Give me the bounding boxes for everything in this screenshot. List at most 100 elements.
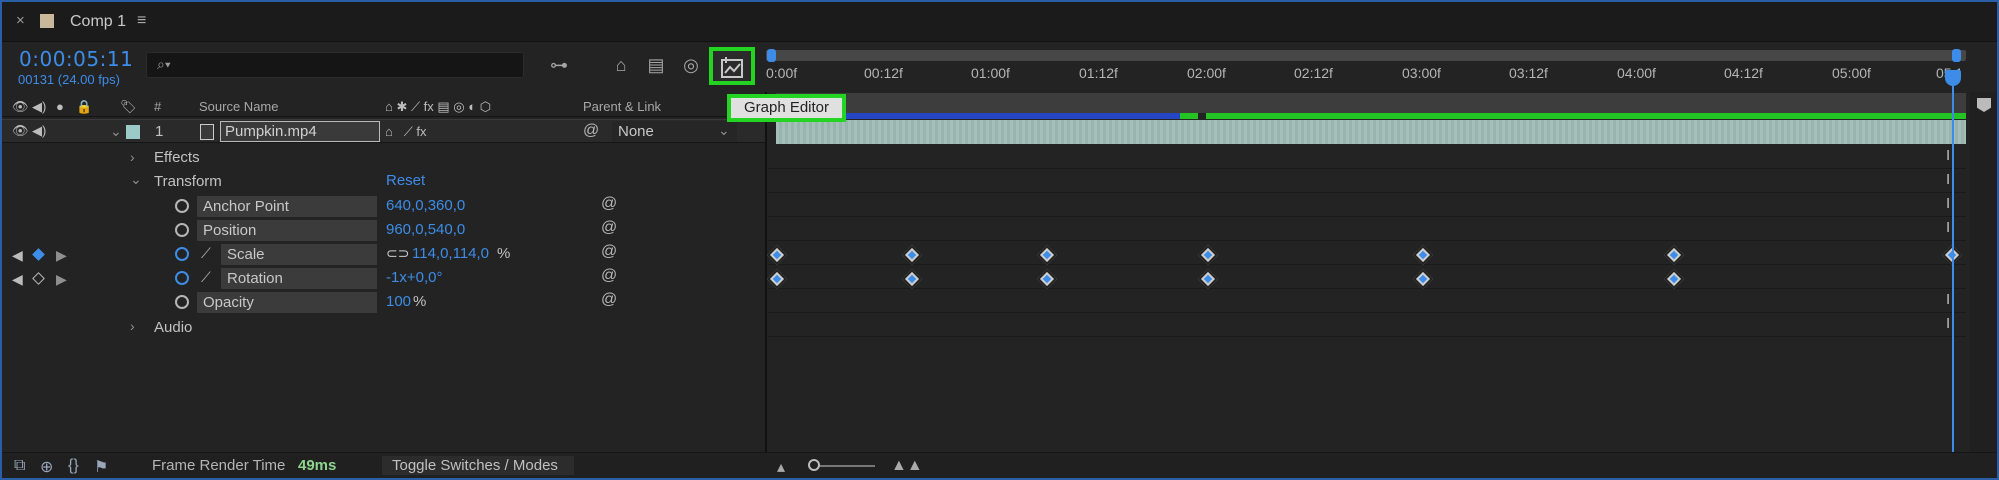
ruler-label: 03:00f [1402,65,1441,81]
rotation-prev-keyframe-icon[interactable]: ◀ [12,271,23,288]
row-separator [766,336,1966,337]
row-separator [766,288,1966,289]
position-stopwatch-icon[interactable] [175,223,189,237]
transform-reset-link[interactable]: Reset [386,172,425,189]
layer-visibility-icon[interactable]: 👁 [12,123,29,139]
rotation-pickwhip-icon[interactable]: @ [601,267,617,285]
opacity-stopwatch-icon[interactable] [175,295,189,309]
ruler-label: 04:00f [1617,65,1656,81]
scale-value[interactable]: 114,0,114,0 [412,245,489,262]
opacity-value[interactable]: 100 [386,293,411,310]
audio-expand-chevron[interactable]: › [130,318,135,334]
layer-label-color[interactable] [126,125,140,139]
comp-tab-title[interactable]: Comp 1 [70,13,126,31]
search-icon: ⌕▾ [157,56,171,72]
scale-label: Scale [221,244,377,265]
search-input[interactable]: ⌕▾ [146,52,524,78]
navigator-start-handle[interactable] [767,49,776,62]
rotation-label: Rotation [221,268,377,289]
ruler-label: 01:00f [971,65,1010,81]
comp-flowchart-icon[interactable]: ⊶ [546,52,572,78]
close-tab-icon[interactable]: × [16,12,25,29]
row-separator [766,192,1966,193]
ruler-label: 04:12f [1724,65,1763,81]
lock-icon[interactable]: 🔒 [76,99,92,115]
anchor-stopwatch-icon[interactable] [175,199,189,213]
layer-row[interactable]: 👁 ◀) ⌄ 1 Pumpkin.mp4 ⌂ ⟋ fx @ None ⌄ [2,119,765,143]
panel-divider[interactable] [765,92,767,452]
rotation-stopwatch-icon[interactable] [175,271,189,285]
work-area-bar[interactable] [776,93,1966,113]
ruler-label: 0:00f [766,65,798,81]
navigator-end-handle[interactable] [1952,49,1961,62]
audio-group[interactable]: Audio [154,319,192,336]
effects-ibeam-icon: I [1946,147,1951,164]
audio-icon[interactable]: ◀) [32,99,46,115]
frame-rate-info: 00131 (24.00 fps) [18,72,120,87]
zoom-in-icon[interactable]: ▲▲ [891,457,923,475]
layer-name-field[interactable]: Pumpkin.mp4 [220,121,380,142]
footage-icon [200,124,214,140]
timeline-footer: ⧉ ⊕ {} ⚑ Frame Render Time 49ms Toggle S… [2,452,1997,478]
effects-group[interactable]: Effects [154,149,200,166]
layer-switches[interactable]: ⌂ ⟋ fx [385,124,427,140]
zoom-out-icon[interactable]: ▴ [777,457,785,477]
ruler-label: 02:12f [1294,65,1333,81]
cti-head-icon[interactable] [1945,70,1961,86]
layer-switches-pane-icon[interactable]: ⧉ [14,457,25,475]
pickwhip-icon[interactable]: @ [583,122,599,140]
opacity-unit: % [413,293,427,310]
transform-group[interactable]: Transform [154,173,222,190]
frame-blending-icon[interactable]: ▤ [643,52,669,78]
effects-expand-chevron[interactable]: › [130,149,135,165]
frame-render-time-value: 49ms [298,457,337,474]
row-separator [766,240,1966,241]
position-pickwhip-icon[interactable]: @ [601,219,617,237]
motion-blur-icon[interactable]: ◎ [678,52,704,78]
label-icon[interactable]: 🏷 [120,99,137,115]
timeline-right-edge [1970,92,1997,452]
modes-pane-icon[interactable]: ⊕ [40,457,53,477]
parent-link-header: Parent & Link [583,99,662,114]
position-value[interactable]: 960,0,540,0 [386,221,465,238]
current-time-indicator[interactable] [1952,80,1954,452]
next-keyframe-icon[interactable]: ▶ [56,247,67,264]
prev-keyframe-icon[interactable]: ◀ [12,247,23,264]
shy-layers-icon[interactable]: ⌂ [608,52,634,78]
solo-icon[interactable]: ● [56,99,64,114]
scale-unit: % [497,245,511,262]
rotation-graph-icon[interactable]: ⟋ [201,269,211,286]
layer-expand-chevron[interactable]: ⌄ [110,123,122,140]
comp-tab-bar: × Comp 1 ≡ [2,2,1997,42]
graph-editor-tooltip: Graph Editor [727,94,846,122]
time-ruler[interactable]: 0:00f 00:12f 01:00f 01:12f 02:00f 02:12f… [766,65,1966,85]
ruler-label: 05:00f [1832,65,1871,81]
in-out-pane-icon[interactable]: {} [68,457,79,475]
switches-icons: ⌂ ✱ ⟋ fx ▤ ◎ ◐ ⬡ [385,99,492,114]
opacity-label: Opacity [197,292,377,313]
ruler-label: 00:12f [864,65,903,81]
cached-frames-green [1180,113,1198,119]
panel-menu-icon[interactable]: ≡ [137,12,146,30]
position-ibeam-icon: I [1946,219,1951,236]
zoom-slider-knob[interactable] [808,459,820,471]
rotation-next-keyframe-icon[interactable]: ▶ [56,271,67,288]
rotation-value[interactable]: -1x+0,0° [386,269,442,286]
scale-pickwhip-icon[interactable]: @ [601,243,617,261]
transform-expand-chevron[interactable]: ⌄ [130,171,142,188]
scale-stopwatch-icon[interactable] [175,247,189,261]
graph-editor-button[interactable] [709,47,755,85]
scale-graph-icon[interactable]: ⟋ [201,245,211,262]
opacity-pickwhip-icon[interactable]: @ [601,291,617,309]
source-name-header[interactable]: Source Name [199,99,278,114]
layer-audio-icon[interactable]: ◀) [32,123,46,139]
constrain-proportions-icon[interactable]: ⊂⊃ [386,245,409,262]
toggle-switches-modes-button[interactable]: Toggle Switches / Modes [382,456,574,475]
render-time-pane-icon[interactable]: ⚑ [94,457,108,477]
anchor-ibeam-icon: I [1946,195,1951,212]
anchor-pickwhip-icon[interactable]: @ [601,195,617,213]
time-navigator-bar[interactable] [766,50,1966,61]
eye-icon[interactable]: 👁 [12,99,29,115]
anchor-point-value[interactable]: 640,0,360,0 [386,197,465,214]
current-time-display[interactable]: 0:00:05:11 [19,47,133,71]
